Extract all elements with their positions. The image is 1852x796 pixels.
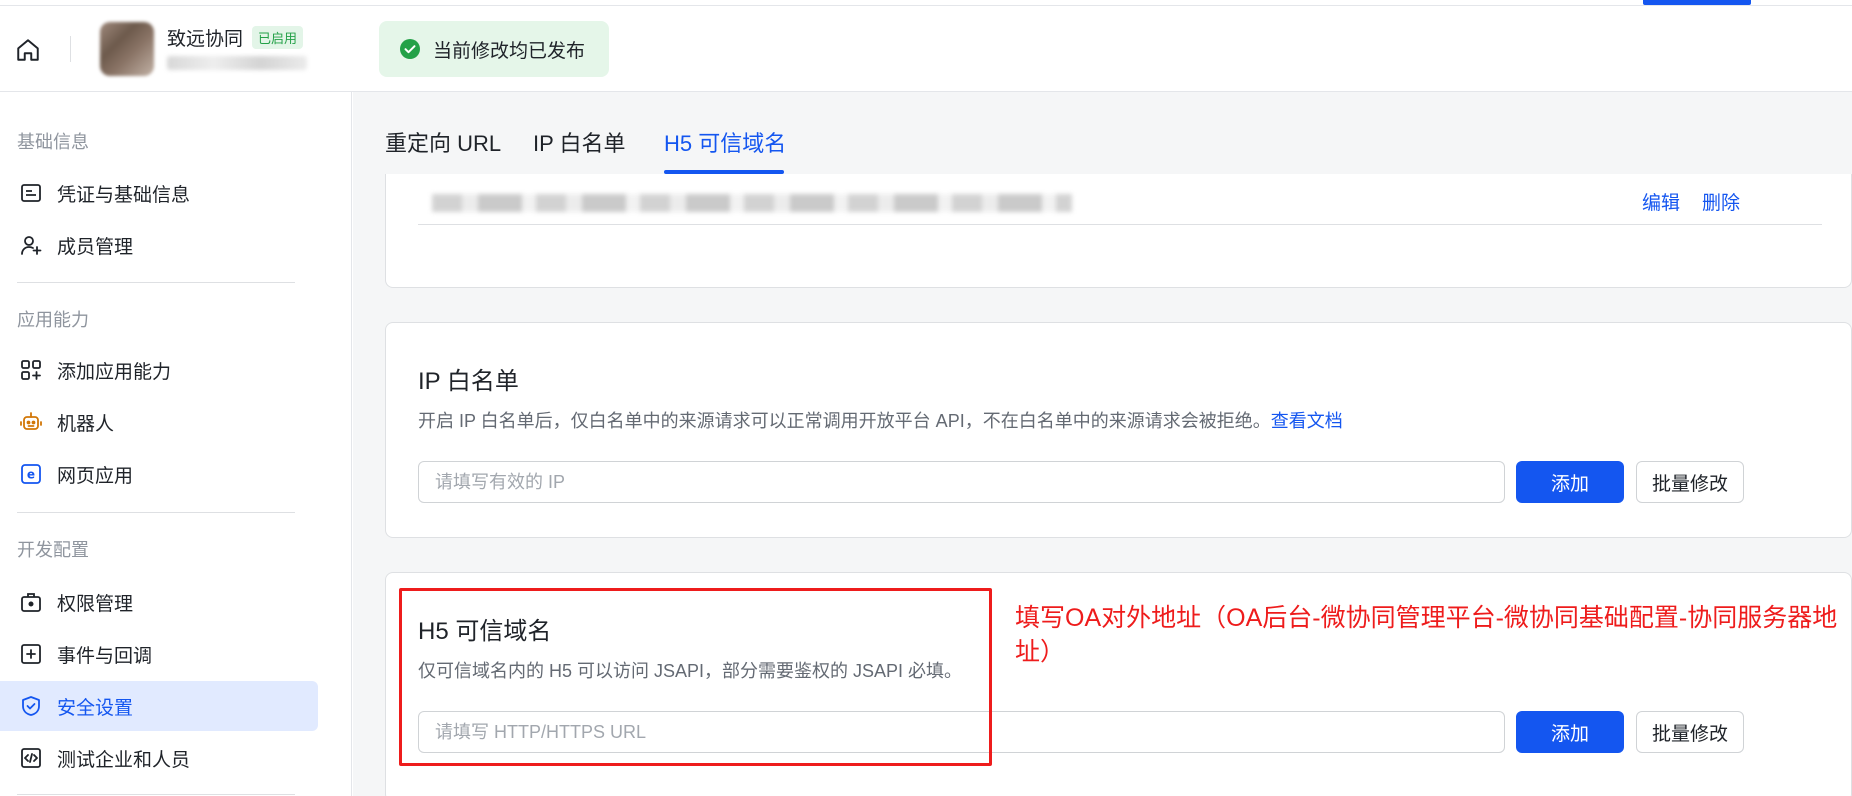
sidebar-item-label: 凭证与基础信息 bbox=[57, 184, 191, 206]
sidebar-item-credentials[interactable]: 凭证与基础信息 bbox=[0, 168, 318, 218]
ip-input[interactable] bbox=[418, 461, 1505, 503]
sidebar-divider bbox=[17, 794, 295, 795]
home-button[interactable] bbox=[14, 36, 42, 64]
tab-bar: 重定向 URL IP 白名单 H5 可信域名 bbox=[353, 92, 1852, 174]
add-domain-button[interactable]: 添加 bbox=[1516, 711, 1624, 753]
sidebar-item-label: 事件与回调 bbox=[57, 645, 153, 667]
member-add-icon bbox=[19, 233, 43, 257]
edit-button[interactable]: 编辑 bbox=[1642, 188, 1680, 215]
app-subtitle-redacted bbox=[167, 56, 307, 70]
sidebar-divider bbox=[17, 512, 295, 513]
sidebar-item-members[interactable]: 成员管理 bbox=[0, 220, 318, 270]
redirect-url-card: 编辑 删除 bbox=[385, 174, 1852, 288]
sidebar-item-events[interactable]: 事件与回调 bbox=[0, 629, 318, 679]
ip-whitelist-card: IP 白名单 开启 IP 白名单后，仅白名单中的来源请求可以正常调用开放平台 A… bbox=[385, 322, 1852, 538]
sidebar-item-web-app[interactable]: e 网页应用 bbox=[0, 449, 318, 499]
sidebar-group-dev-config: 开发配置 bbox=[17, 540, 89, 560]
top-bar: 致远协同 已启用 当前修改均已发布 bbox=[0, 0, 1852, 92]
sidebar-item-label: 添加应用能力 bbox=[57, 361, 172, 383]
sidebar-item-label: 权限管理 bbox=[57, 593, 134, 615]
credential-icon bbox=[19, 181, 43, 205]
shield-icon bbox=[19, 694, 43, 718]
batch-edit-ip-button[interactable]: 批量修改 bbox=[1636, 461, 1744, 503]
sidebar-group-basic: 基础信息 bbox=[17, 132, 89, 152]
svg-text:e: e bbox=[27, 468, 35, 482]
top-accent-bar bbox=[1643, 0, 1751, 5]
sidebar-item-label: 成员管理 bbox=[57, 236, 134, 258]
event-icon bbox=[19, 642, 43, 666]
app-avatar bbox=[100, 22, 154, 76]
batch-edit-domain-button[interactable]: 批量修改 bbox=[1636, 711, 1744, 753]
add-ip-button[interactable]: 添加 bbox=[1516, 461, 1624, 503]
app-name: 致远协同 bbox=[167, 29, 244, 50]
code-icon bbox=[19, 746, 43, 770]
url-input[interactable] bbox=[418, 711, 1505, 753]
check-circle-icon bbox=[400, 39, 420, 59]
sidebar-item-label: 测试企业和人员 bbox=[57, 749, 191, 771]
top-edge-line bbox=[0, 0, 1852, 6]
description-text: 开启 IP 白名单后，仅白名单中的来源请求可以正常调用开放平台 API，不在白名… bbox=[418, 411, 1271, 431]
card-title: H5 可信域名 bbox=[418, 618, 552, 645]
card-description: 开启 IP 白名单后，仅白名单中的来源请求可以正常调用开放平台 API，不在白名… bbox=[418, 407, 1343, 433]
sidebar-item-security[interactable]: 安全设置 bbox=[0, 681, 318, 731]
main-content: 重定向 URL IP 白名单 H5 可信域名 编辑 删除 IP 白名单 开启 I… bbox=[353, 92, 1852, 796]
topbar-divider bbox=[70, 36, 71, 62]
sidebar-item-label: 网页应用 bbox=[57, 465, 134, 487]
sidebar-divider bbox=[17, 282, 295, 283]
tab-redirect-url[interactable]: 重定向 URL bbox=[385, 126, 501, 158]
sidebar-item-label: 机器人 bbox=[57, 413, 115, 435]
card-title: IP 白名单 bbox=[418, 368, 519, 395]
sidebar: 基础信息 凭证与基础信息 成员管理 应用能力 添加应用能力 机器人 e 网页应用… bbox=[0, 92, 352, 796]
grid-add-icon bbox=[19, 358, 43, 382]
sidebar-item-label: 安全设置 bbox=[57, 697, 134, 719]
sidebar-item-bot[interactable]: 机器人 bbox=[0, 397, 318, 447]
permission-icon bbox=[19, 590, 43, 614]
sidebar-item-add-capability[interactable]: 添加应用能力 bbox=[0, 345, 318, 395]
publish-toast: 当前修改均已发布 bbox=[379, 21, 609, 77]
delete-button[interactable]: 删除 bbox=[1702, 188, 1740, 215]
card-description: 仅可信域名内的 H5 可以访问 JSAPI，部分需要鉴权的 JSAPI 必填。 bbox=[418, 661, 963, 681]
sidebar-group-capabilities: 应用能力 bbox=[17, 310, 89, 330]
app-status-badge: 已启用 bbox=[252, 26, 304, 49]
robot-icon bbox=[19, 410, 43, 434]
tab-h5-trusted-domain[interactable]: H5 可信域名 bbox=[664, 126, 786, 158]
sidebar-item-permissions[interactable]: 权限管理 bbox=[0, 577, 318, 627]
home-icon bbox=[17, 39, 39, 61]
row-divider bbox=[418, 224, 1822, 225]
sidebar-item-test-enterprise[interactable]: 测试企业和人员 bbox=[0, 733, 318, 783]
redirect-url-redacted bbox=[432, 194, 1072, 212]
web-app-icon: e bbox=[19, 462, 43, 486]
view-docs-link[interactable]: 查看文档 bbox=[1271, 411, 1343, 431]
toast-text: 当前修改均已发布 bbox=[433, 40, 586, 62]
annotation-text: 填写OA对外地址（OA后台-微协同管理平台-微协同基础配置-协同服务器地址） bbox=[1015, 604, 1838, 666]
tab-ip-whitelist[interactable]: IP 白名单 bbox=[533, 126, 626, 158]
